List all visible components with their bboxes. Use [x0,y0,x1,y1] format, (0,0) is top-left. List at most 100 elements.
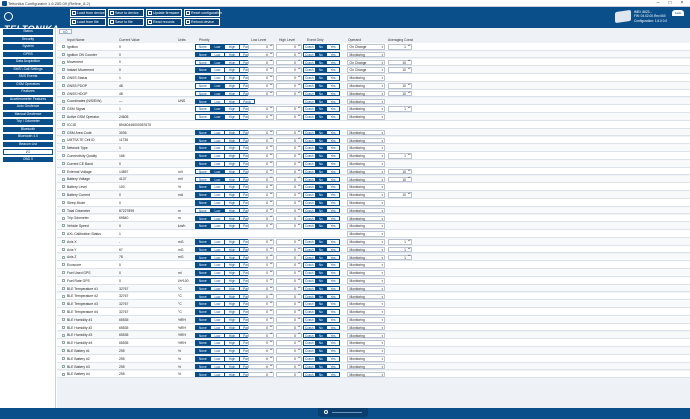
high-level-input[interactable]: 0 [276,332,302,339]
low-level-input[interactable]: 0 [248,51,274,58]
high-level-input[interactable]: 0 [276,176,302,183]
priority-option[interactable]: High [225,138,240,143]
operand-select[interactable]: Monitoring [347,200,385,206]
event-only-option[interactable]: Yes [327,357,339,361]
priority-option[interactable]: None [196,240,211,244]
low-level-input[interactable]: 0 [248,207,274,214]
low-level-input[interactable]: 0 [248,301,274,307]
event-only-option[interactable]: Crash [304,349,316,353]
high-level-input[interactable]: 0 [276,168,302,175]
sidebar-item-accelerometer-features[interactable]: Accelerometer Features [3,96,53,103]
high-level-input[interactable]: 0 [276,114,302,120]
sidebar-item-trip-odometer[interactable]: Trip \ Odometer [3,119,53,125]
high-level-input[interactable]: 0 [276,340,302,346]
row-checkbox[interactable] [62,45,65,48]
event-only-option[interactable]: Yes [327,185,339,189]
sidebar-item-bluetooth[interactable]: Bluetooth [3,126,53,133]
event-only-option[interactable]: Yes [327,302,339,306]
load-from-file-button[interactable]: Load from file [70,18,106,26]
operand-select[interactable]: Monitoring [347,340,385,346]
priority-option[interactable]: None [196,247,211,252]
high-level-input[interactable]: 0 [276,324,302,331]
sidebar-item-gprs[interactable]: GPRS [3,51,53,58]
row-checkbox[interactable] [62,154,65,158]
event-only-option[interactable]: No [315,76,328,80]
priority-option[interactable]: None [196,201,211,205]
operand-select[interactable]: Monitoring [347,114,385,120]
averaging-const-input[interactable]: 10 [388,59,412,66]
priority-option[interactable]: High [225,177,240,182]
priority-option[interactable]: High [225,286,240,291]
high-level-input[interactable]: 0 [276,270,302,276]
high-level-input[interactable]: 0 [276,59,302,66]
high-level-input[interactable]: 0 [276,106,302,112]
event-only-option[interactable]: Crash [304,45,316,49]
event-only-option[interactable]: No [315,263,328,267]
event-only-option[interactable]: No [315,185,328,189]
priority-option[interactable]: High [225,302,240,306]
event-only-option[interactable]: Crash [304,271,316,275]
priority-option[interactable]: None [196,193,211,197]
averaging-const-input[interactable]: 10 [388,90,412,97]
priority-option[interactable]: High [225,341,240,345]
low-level-input[interactable]: 0 [248,137,274,144]
event-only-option[interactable]: No [315,240,328,244]
priority-option[interactable]: High [225,84,240,88]
priority-option[interactable]: None [196,60,211,65]
event-only-option[interactable]: Crash [304,162,316,166]
priority-option[interactable]: Low [210,99,226,104]
event-only-option[interactable]: Crash [304,107,316,111]
sidebar-item-system[interactable]: System [3,44,53,50]
priority-option[interactable]: None [196,138,211,143]
sidebar-item-data-acquisition[interactable]: Data Acquisition [3,59,53,65]
event-only-option[interactable]: Yes [327,84,339,88]
high-level-input[interactable]: 0 [276,161,302,167]
row-checkbox[interactable] [62,263,65,267]
event-only-option[interactable]: Crash [304,318,316,322]
low-level-input[interactable]: 0 [248,285,274,292]
event-only-option[interactable]: No [315,177,328,182]
priority-option[interactable]: None [196,76,211,80]
priority-option[interactable]: High [225,310,240,314]
averaging-const-input[interactable]: 1 [388,153,412,159]
low-level-input[interactable]: 0 [248,83,274,89]
event-only-option[interactable]: Yes [327,279,339,283]
priority-option[interactable]: High [225,185,240,189]
row-checkbox[interactable] [62,76,65,80]
high-level-input[interactable]: 0 [276,285,302,292]
event-only-option[interactable]: No [315,91,328,96]
event-only-option[interactable]: Crash [304,193,316,197]
event-only-option[interactable]: Crash [304,185,316,189]
priority-option[interactable]: Low [210,169,226,174]
event-only-option[interactable]: Crash [304,216,316,221]
priority-option[interactable]: High [225,247,240,252]
priority-option[interactable]: High [225,99,240,104]
row-checkbox[interactable] [62,255,65,259]
priority-option[interactable]: None [196,162,211,166]
priority-option[interactable]: High [225,364,240,369]
priority-option[interactable]: None [196,185,211,189]
low-level-input[interactable]: 0 [248,67,274,73]
operand-select[interactable]: Monitoring [347,153,385,159]
event-only-option[interactable]: No [315,52,328,57]
low-level-input[interactable]: 0 [248,254,274,261]
event-only-option[interactable]: Crash [304,84,316,88]
operand-select[interactable]: Monitoring [347,192,385,198]
high-level-input[interactable]: 0 [276,239,302,245]
priority-option[interactable]: None [196,115,211,119]
event-only-option[interactable]: No [315,357,328,361]
priority-option[interactable]: Low [210,216,226,221]
high-level-input[interactable]: 0 [276,348,302,354]
event-only-option[interactable]: No [315,224,328,228]
priority-option[interactable]: Low [210,271,226,275]
averaging-const-input[interactable]: 10 [388,83,412,89]
event-only-option[interactable]: No [315,130,328,135]
row-checkbox[interactable] [62,185,65,189]
priority-option[interactable]: None [196,216,211,221]
event-only-option[interactable]: Yes [327,45,339,49]
event-only-option[interactable]: Yes [327,310,339,314]
event-only-option[interactable]: Yes [327,68,339,72]
load-from-device-button[interactable]: Load from device [70,9,106,17]
priority-option[interactable]: Low [210,208,226,213]
averaging-const-input[interactable]: 1 [388,246,412,253]
